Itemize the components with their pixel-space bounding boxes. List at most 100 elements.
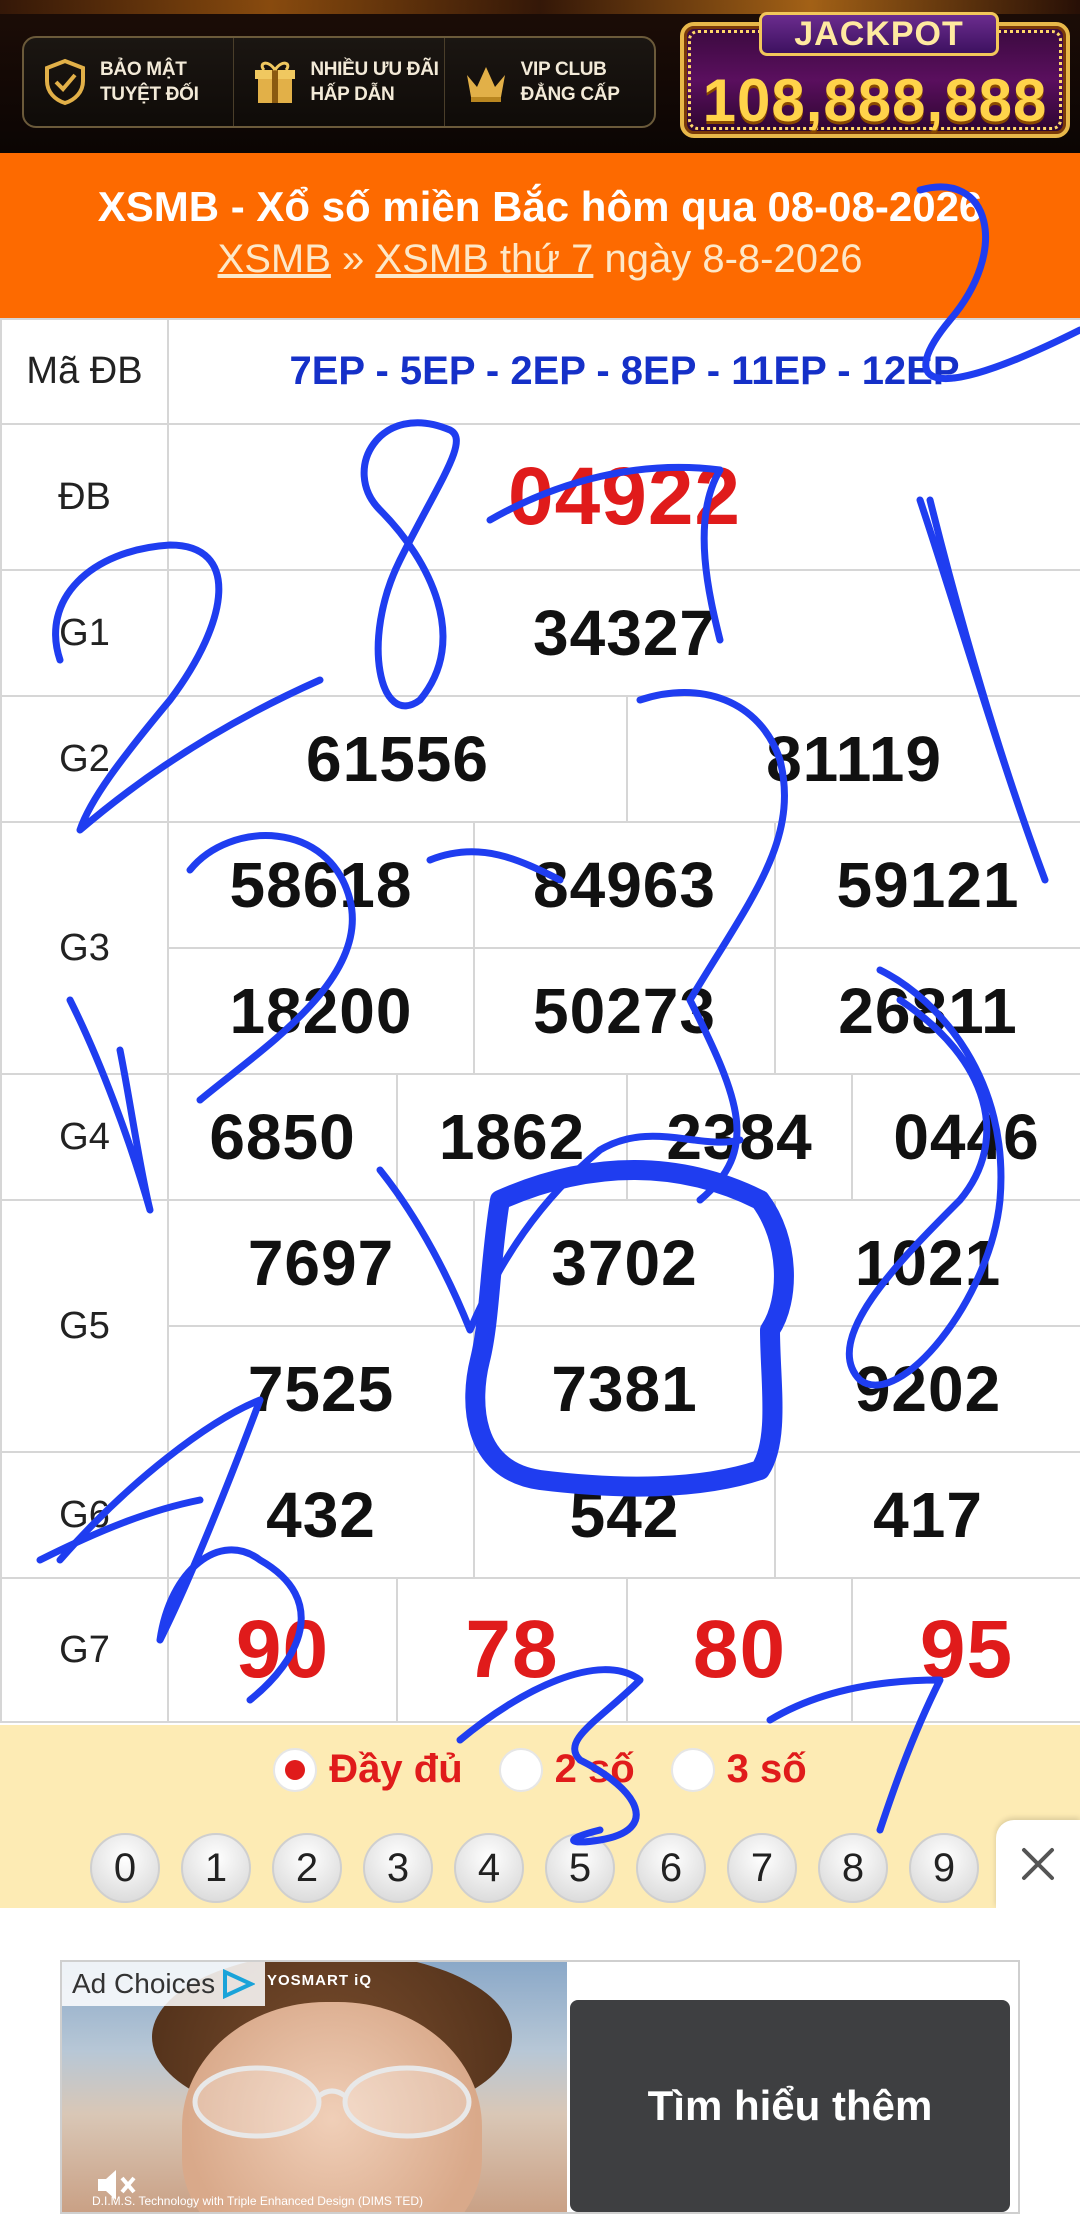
prize-number: 417 — [773, 1451, 1080, 1579]
table-row: G1 34327 — [0, 569, 1080, 697]
row-label: G5 — [0, 1199, 169, 1453]
option-3-digits[interactable]: 3 số — [670, 1747, 807, 1792]
ad-choices-label: Ad Choices — [72, 1968, 216, 1999]
row-label: G7 — [0, 1577, 169, 1723]
digit-button[interactable]: 3 — [363, 1833, 433, 1903]
jackpot-box[interactable]: JACKPOT 108,888,888 — [680, 12, 1070, 138]
option-label: 2 số — [554, 1747, 635, 1791]
page-header: XSMB - Xổ số miền Bắc hôm qua 08-08-2026… — [0, 153, 1080, 318]
prize-number: 58618 — [167, 821, 475, 949]
breadcrumb-separator: » — [330, 237, 376, 281]
prize-number: 80 — [626, 1577, 853, 1723]
ad-choices[interactable]: Ad Choices — [62, 1962, 266, 2006]
page-title: XSMB - Xổ số miền Bắc hôm qua 08-08-2026 — [97, 183, 983, 230]
digit-button[interactable]: 5 — [545, 1833, 615, 1903]
digit-filter: 0 1 2 3 4 5 6 7 8 9 — [90, 1833, 979, 1903]
display-mode-options: Đầy đủ 2 số 3 số — [0, 1747, 1080, 1792]
perk-line: NHIỀU ƯU ĐÃI — [310, 59, 439, 80]
digit-button[interactable]: 4 — [454, 1833, 524, 1903]
prize-number: 26811 — [773, 947, 1080, 1075]
perk-line: BẢO MẬT — [100, 59, 187, 80]
perk-line: HẤP DẪN — [310, 84, 395, 105]
perk-vip: VIP CLUB ĐẲNG CẤP — [445, 38, 654, 126]
prize-number: 7525 — [167, 1325, 475, 1453]
row-label: G2 — [0, 695, 169, 823]
row-label: Mã ĐB — [0, 318, 169, 425]
table-row: G5 7697 3702 1021 — [0, 1199, 1080, 1453]
prize-number: 3702 — [473, 1199, 776, 1327]
table-row: G6 432 542 417 — [0, 1451, 1080, 1579]
row-label: G4 — [0, 1073, 169, 1201]
row-label: G6 — [0, 1451, 169, 1579]
glasses-illustration — [192, 2065, 472, 2139]
prize-number: 61556 — [167, 695, 628, 823]
row-label: G1 — [0, 569, 169, 697]
perk-line: TUYỆT ĐỐI — [100, 84, 199, 105]
prize-number: 2384 — [626, 1073, 853, 1201]
prize-number: 432 — [167, 1451, 475, 1579]
perk-security: BẢO MẬT TUYỆT ĐỐI — [24, 38, 235, 126]
option-full[interactable]: Đầy đủ — [273, 1747, 463, 1792]
digit-button[interactable]: 1 — [181, 1833, 251, 1903]
perks-panel: BẢO MẬT TUYỆT ĐỐI NHIỀU ƯU ĐÃI HẤP DẪN VIP… — [22, 36, 656, 128]
radio-icon[interactable] — [498, 1747, 543, 1792]
digit-button[interactable]: 2 — [272, 1833, 342, 1903]
prize-number: 6850 — [167, 1073, 398, 1201]
digit-button[interactable]: 9 — [909, 1833, 979, 1903]
breadcrumb-xsmb-thu7-link[interactable]: XSMB thứ 7 — [375, 237, 593, 281]
prize-number: 90 — [167, 1577, 398, 1723]
table-row: ĐB 04922 — [0, 423, 1080, 571]
radio-icon[interactable] — [670, 1747, 715, 1792]
close-icon[interactable] — [1016, 1842, 1060, 1886]
option-label: 3 số — [726, 1747, 807, 1791]
table-row: G2 61556 81119 — [0, 695, 1080, 823]
digit-button[interactable]: 7 — [727, 1833, 797, 1903]
ad-image[interactable]: Ad Choices YOSMART iQ D.I.M.S. Technolog… — [62, 1962, 567, 2212]
ad-banner: Ad Choices YOSMART iQ D.I.M.S. Technolog… — [0, 1908, 1080, 2214]
perk-offers: NHIỀU ƯU ĐÃI HẤP DẪN — [234, 38, 445, 126]
option-2-digits[interactable]: 2 số — [498, 1747, 635, 1792]
table-row: G7 90 78 80 95 — [0, 1577, 1080, 1723]
breadcrumb: XSMB » XSMB thứ 7 ngày 8-8-2026 — [0, 234, 1080, 284]
table-row: G3 58618 84963 59121 — [0, 821, 1080, 1075]
prize-number: 78 — [396, 1577, 628, 1723]
crown-icon — [466, 67, 505, 102]
perk-line: ĐẲNG CẤP — [520, 84, 620, 105]
row-label: G3 — [0, 821, 169, 1075]
ad-choices-icon[interactable] — [221, 1969, 256, 1999]
table-row: G4 6850 1862 2384 0446 — [0, 1073, 1080, 1201]
perk-line: VIP CLUB — [520, 59, 607, 80]
results-table: Mã ĐB 7EP - 5EP - 2EP - 8EP - 11EP - 12E… — [0, 318, 1080, 1723]
prize-number: 81119 — [625, 695, 1080, 823]
table-row: Mã ĐB 7EP - 5EP - 2EP - 8EP - 11EP - 12E… — [0, 318, 1080, 425]
breadcrumb-xsmb-link[interactable]: XSMB — [218, 237, 331, 281]
special-codes: 7EP - 5EP - 2EP - 8EP - 11EP - 12EP — [166, 318, 1080, 425]
ad-frame[interactable]: Ad Choices YOSMART iQ D.I.M.S. Technolog… — [60, 1960, 1020, 2214]
jackpot-title: JACKPOT — [759, 12, 999, 56]
ad-brand: YOSMART iQ — [267, 1972, 373, 1989]
ad-caption: D.I.M.S. Technology with Triple Enhanced… — [92, 2194, 424, 2208]
prize-number: 1021 — [773, 1199, 1080, 1327]
prize-number: 95 — [850, 1577, 1080, 1723]
prize-number: 7697 — [167, 1199, 475, 1327]
prize-number: 7381 — [473, 1325, 776, 1453]
digit-button[interactable]: 0 — [90, 1833, 160, 1903]
prize-number: 50273 — [473, 947, 776, 1075]
learn-more-button[interactable]: Tìm hiểu thêm — [570, 2000, 1010, 2212]
filter-bar: Đầy đủ 2 số 3 số 0 1 2 3 4 5 6 7 8 9 — [0, 1725, 1080, 1908]
prize-number: 0446 — [850, 1073, 1080, 1201]
digit-button[interactable]: 6 — [636, 1833, 706, 1903]
promo-banner[interactable]: BẢO MẬT TUYỆT ĐỐI NHIỀU ƯU ĐÃI HẤP DẪN VIP… — [0, 0, 1080, 153]
close-ad-button[interactable] — [996, 1820, 1080, 1908]
special-prize: 04922 — [166, 423, 1080, 571]
prize-number: 9202 — [773, 1325, 1080, 1453]
radio-selected-icon[interactable] — [273, 1747, 318, 1792]
prize-number: 542 — [473, 1451, 776, 1579]
jackpot-value: 108,888,888 — [702, 67, 1048, 134]
breadcrumb-date: ngày 8-8-2026 — [593, 237, 863, 281]
prize-number: 34327 — [166, 569, 1080, 697]
row-label: ĐB — [0, 423, 169, 571]
shield-check-icon — [45, 58, 85, 106]
prize-number: 59121 — [773, 821, 1080, 949]
digit-button[interactable]: 8 — [818, 1833, 888, 1903]
